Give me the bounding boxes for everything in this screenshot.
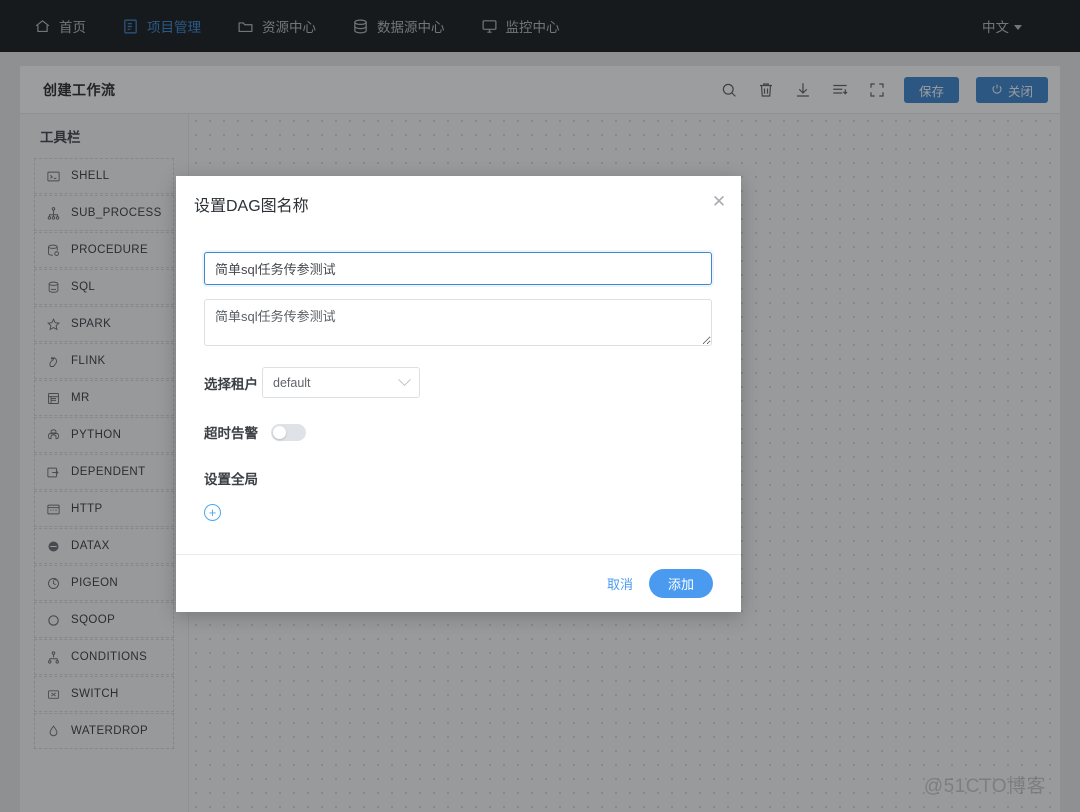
tenant-row: 选择租户 default [204,367,713,398]
alarm-label: 超时告警 [204,426,258,441]
plus-circle-icon[interactable]: + [204,504,221,521]
toggle-knob [273,425,286,439]
chevron-down-icon [398,373,411,387]
app-root: 首页 项目管理 资源中心 数据源中心 监控中心 中文 创建工作流 保存 关闭 工… [0,0,1080,812]
tenant-label: 选择租户 [204,376,258,392]
confirm-button[interactable]: 添加 [648,569,713,598]
dag-name-input[interactable] [204,252,712,285]
tenant-select-value: default [273,375,311,390]
cancel-button[interactable]: 取消 [607,574,633,593]
dag-name-dialog: 设置DAG图名称 ✕ 选择租户 default 超时告警 设置全局 + [176,176,741,612]
alarm-row: 超时告警 [204,422,713,442]
tenant-select[interactable]: default [262,367,420,398]
global-params-label: 设置全局 [204,472,258,487]
dialog-footer: 取消 添加 [176,554,741,612]
dag-description-textarea[interactable] [204,299,712,346]
close-icon[interactable]: ✕ [709,192,729,212]
dialog-body: 选择租户 default 超时告警 设置全局 + [176,232,741,554]
timeout-alarm-toggle[interactable] [271,423,306,441]
dialog-header: 设置DAG图名称 ✕ [176,176,741,232]
dialog-title: 设置DAG图名称 [194,198,309,215]
